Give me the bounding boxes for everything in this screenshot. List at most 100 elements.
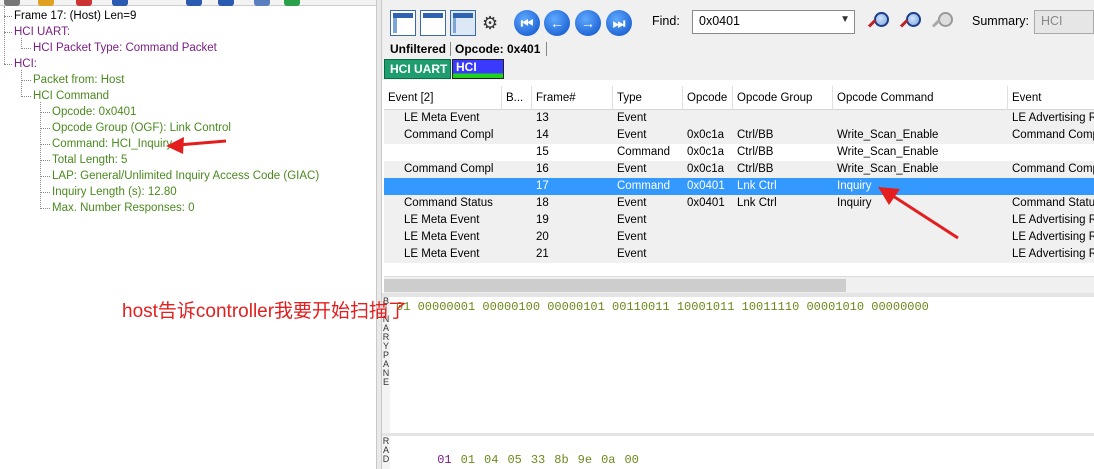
layout-list-icon[interactable] (450, 10, 476, 36)
cell-event2: Command Compl (404, 129, 494, 141)
find-label: Find: (652, 14, 680, 28)
cell-group: Ctrl/BB (737, 129, 774, 141)
horizontal-scrollbar[interactable] (384, 276, 1094, 293)
protocol-chip-uart[interactable]: HCI UART (384, 59, 451, 79)
cell-event2 (400, 178, 500, 195)
column-header[interactable]: Opcode Group (733, 86, 833, 110)
tree-hci[interactable]: HCI: (14, 56, 37, 72)
find-all-icon (931, 11, 956, 35)
cell-event2 (400, 144, 500, 161)
cell-frame: 17 (536, 180, 549, 192)
table-row[interactable]: LE Meta Event 20 Event LE Advertising Re (384, 229, 1094, 246)
tree-connector (40, 128, 50, 129)
protocol-chip-hci[interactable]: HCI (452, 59, 504, 79)
column-header[interactable]: Frame# (532, 86, 613, 110)
tree-opcode-group[interactable]: Opcode Group (OGF): Link Control (52, 120, 231, 136)
tree-connector (40, 160, 50, 161)
tree-connector (40, 144, 50, 145)
cell-type: Event (617, 163, 647, 175)
layout-window-icon[interactable] (420, 10, 446, 36)
cell-type: Event (617, 197, 647, 209)
summary-value: HCI (1041, 14, 1063, 28)
cell-type: Command (617, 146, 671, 158)
cell-group (733, 246, 833, 263)
prev-icon[interactable]: ← (544, 10, 570, 36)
last-icon[interactable]: ⏭ (606, 10, 632, 36)
cell-opcode: 0x0c1a (687, 129, 725, 141)
first-icon[interactable]: ⏮ (514, 10, 540, 36)
decode-tree-pane: Frame 17: (Host) Len=9 HCI UART: HCI Pac… (0, 6, 376, 469)
radix-byte: 00 (624, 453, 639, 467)
table-row[interactable]: Command Status 18 Event 0x0401 Lnk Ctrl … (384, 195, 1094, 212)
filter-icon[interactable]: ⚙ (482, 10, 508, 36)
cell-opcode: 0x0c1a (687, 146, 725, 158)
table-row-selected[interactable]: 17 Command 0x0401 Lnk Ctrl Inquiry (384, 178, 1094, 195)
scrollbar-thumb[interactable] (384, 279, 846, 292)
tree-connector (40, 176, 50, 177)
column-header[interactable]: Opcode (683, 86, 733, 110)
cell-type: Event (617, 129, 647, 141)
tree-packet-from[interactable]: Packet from: Host (33, 72, 124, 88)
find-previous-icon[interactable] (867, 11, 892, 35)
find-input[interactable]: 0x0401 ▼ (692, 10, 855, 34)
table-row[interactable]: LE Meta Event 19 Event LE Advertising Re (384, 212, 1094, 229)
filter-tabs: Unfiltered Opcode: 0x401 HCI UART HCI (382, 42, 1094, 80)
tree-inquiry-length[interactable]: Inquiry Length (s): 12.80 (52, 184, 177, 200)
cell-event (1008, 178, 1094, 195)
summary-label: Summary: (972, 14, 1029, 28)
cell-frame: 15 (536, 146, 549, 158)
cell-frame: 21 (536, 248, 549, 260)
cell-frame: 14 (536, 129, 549, 141)
cell-group: Ctrl/BB (737, 146, 774, 158)
column-header[interactable]: Type (613, 86, 683, 110)
tree-hci-command[interactable]: HCI Command (33, 88, 109, 104)
cell-event (1008, 144, 1094, 161)
annotation-text: host告诉controller我要开始扫描了 (122, 301, 408, 322)
summary-select[interactable]: HCI (1034, 10, 1094, 34)
tree-total-length[interactable]: Total Length: 5 (52, 152, 127, 168)
tab-unfiltered[interactable]: Unfiltered (388, 42, 448, 56)
tree-connector (4, 16, 12, 17)
tree-command[interactable]: Command: HCI_Inquiry (52, 136, 172, 152)
column-header[interactable]: Event [2] (384, 86, 502, 110)
cell-type: Command (617, 180, 671, 192)
layout-tree-icon[interactable] (390, 10, 416, 36)
table-header: Event [2] B... Frame# Type Opcode Opcode… (384, 86, 1094, 110)
tree-hci-uart[interactable]: HCI UART: (14, 24, 70, 40)
table-row[interactable]: LE Meta Event 21 Event LE Advertising Re (384, 246, 1094, 263)
tree-connector (21, 80, 31, 81)
chevron-down-icon[interactable]: ▼ (840, 14, 850, 25)
cell-group: Lnk Ctrl (737, 197, 777, 209)
column-header[interactable]: Opcode Command (833, 86, 1008, 110)
cell-opcode: 0x0401 (687, 197, 725, 209)
column-header[interactable]: Event (1008, 86, 1094, 110)
cell-frame: 16 (536, 163, 549, 175)
radix-byte: 33 (530, 453, 546, 467)
radix-byte: 04 (484, 453, 499, 467)
pane-divider[interactable] (382, 433, 1094, 436)
tab-opcode[interactable]: Opcode: 0x401 (450, 42, 540, 56)
find-next-icon[interactable] (899, 11, 924, 35)
table-row[interactable]: Command Compl 14 Event 0x0c1a Ctrl/BB Wr… (384, 127, 1094, 144)
tree-opcode[interactable]: Opcode: 0x0401 (52, 104, 136, 120)
column-header[interactable]: B... (502, 86, 532, 110)
next-icon[interactable]: → (575, 10, 601, 36)
radix-byte: 05 (507, 453, 522, 467)
table-row[interactable]: LE Meta Event 13 Event LE Advertising Re (384, 110, 1094, 127)
radix-byte: 0a (601, 453, 616, 467)
radix-byte: 9e (577, 453, 593, 467)
cell-type: Event (617, 248, 647, 260)
cell-event2: Command Compl (404, 163, 494, 175)
cell-event2: LE Meta Event (404, 248, 480, 260)
pane-divider[interactable] (382, 293, 1094, 297)
tree-max-responses[interactable]: Max. Number Responses: 0 (52, 200, 195, 216)
tree-frame[interactable]: Frame 17: (Host) Len=9 (14, 8, 136, 24)
cell-opcode (683, 212, 733, 229)
cell-event: Command Complet (1012, 163, 1094, 175)
tree-connector (21, 96, 31, 97)
tree-lap[interactable]: LAP: General/Unlimited Inquiry Access Co… (52, 168, 319, 184)
table-row[interactable]: Command Compl 16 Event 0x0c1a Ctrl/BB Wr… (384, 161, 1094, 178)
table-row[interactable]: 15 Command 0x0c1a Ctrl/BB Write_Scan_Ena… (384, 144, 1094, 161)
tree-packet-type[interactable]: HCI Packet Type: Command Packet (33, 40, 217, 56)
radix-byte: 8b (554, 453, 569, 467)
